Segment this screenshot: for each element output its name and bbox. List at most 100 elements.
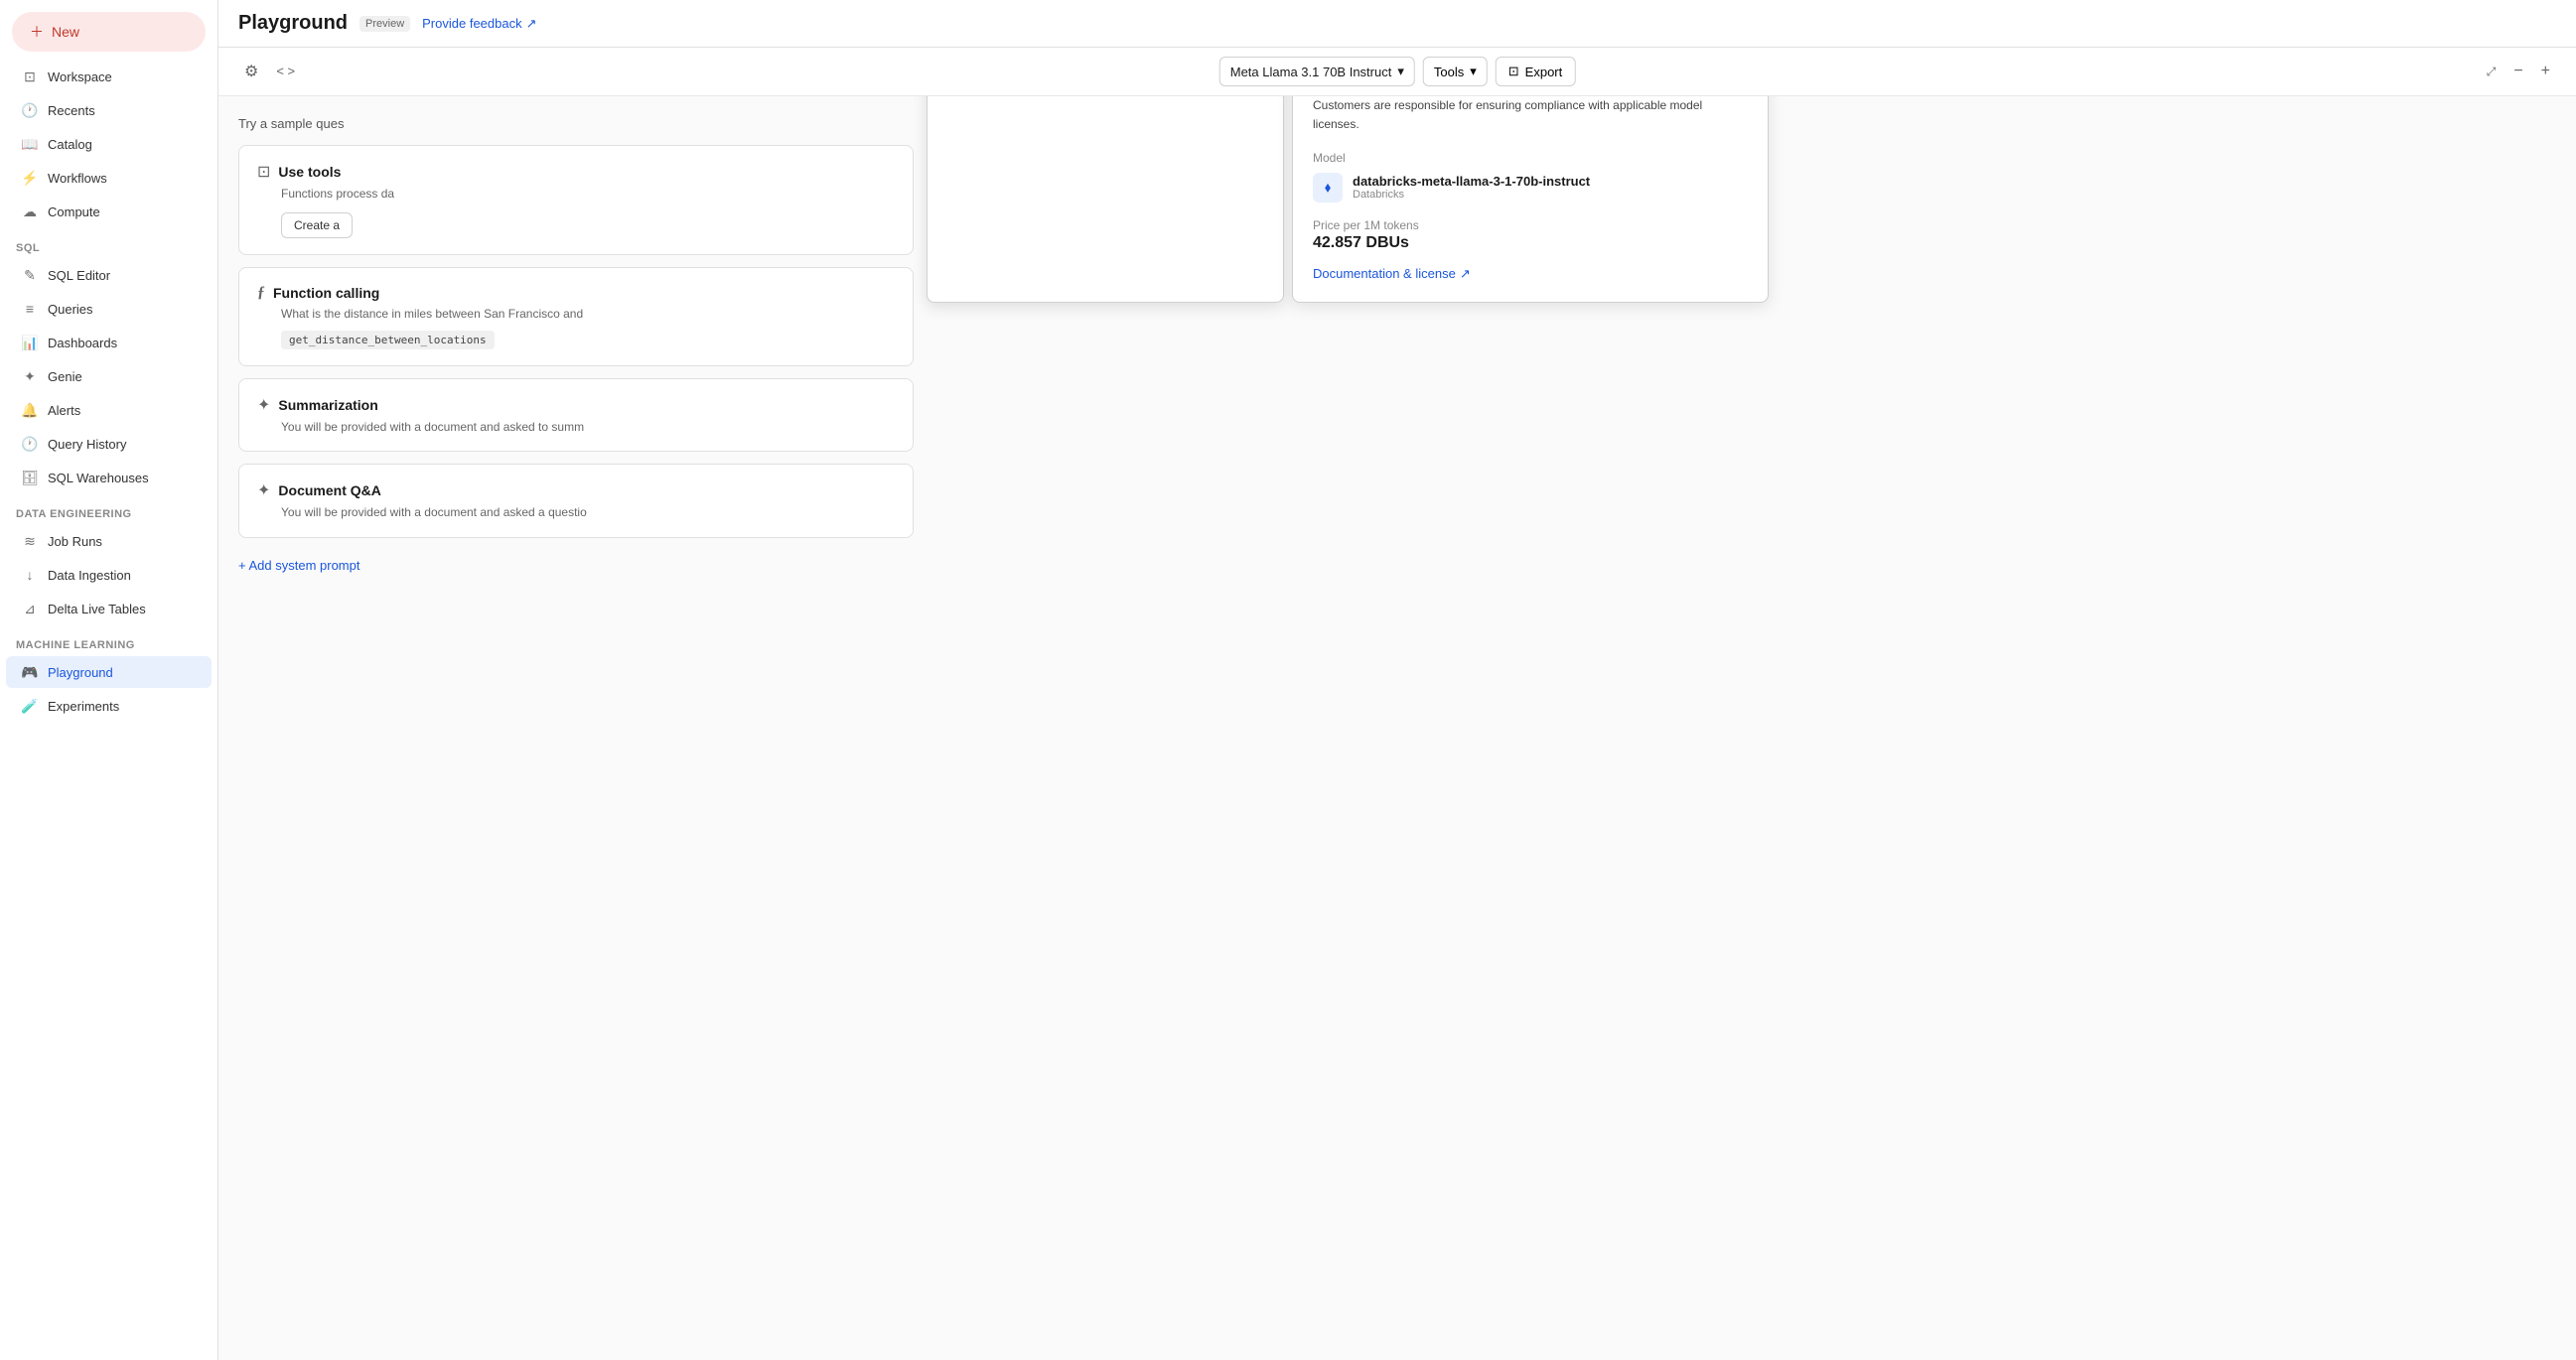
ml-section-label: Machine Learning (0, 625, 217, 655)
sidebar-item-sql-warehouses[interactable]: 🗄 SQL Warehouses (6, 462, 212, 493)
sidebar-item-delta-live-tables[interactable]: ⊿ Delta Live Tables (6, 593, 212, 624)
doc-link[interactable]: Documentation & license ↗ (1313, 266, 1748, 282)
external-link-icon: ↗ (526, 16, 537, 32)
model-name: databricks-meta-llama-3-1-70b-instruct (1353, 174, 1590, 189)
sidebar-item-label: Catalog (48, 137, 92, 152)
card-title: Document Q&A (278, 482, 380, 498)
sidebar-item-label: Job Runs (48, 534, 102, 549)
sidebar-item-playground[interactable]: 🎮 Playground (6, 656, 212, 688)
card-actions: Create a (281, 212, 895, 238)
page-header: Playground Preview Provide feedback ↗ (218, 0, 2576, 48)
card-header: ✦ Summarization (257, 395, 895, 415)
catalog-icon: 📖 (22, 136, 38, 152)
queries-icon: ≡ (22, 301, 38, 317)
chevron-down-icon: ▾ (1397, 64, 1404, 79)
zoom-out-button[interactable]: − (2507, 59, 2528, 84)
card-use-tools: ⊡ Use tools Functions process da Create … (238, 145, 914, 255)
sidebar-item-workflows[interactable]: ⚡ Workflows (6, 162, 212, 194)
model-selector[interactable]: Meta Llama 3.1 70B Instruct ▾ (1219, 57, 1415, 86)
code-button[interactable]: < > (270, 59, 301, 84)
dashboards-icon: 📊 (22, 335, 38, 350)
sidebar-item-label: Workspace (48, 69, 112, 84)
page-title: Playground (238, 12, 348, 35)
sidebar-item-data-ingestion[interactable]: ↓ Data Ingestion (6, 559, 212, 591)
zoom-out-icon: − (2513, 63, 2522, 79)
sql-editor-icon: ✎ (22, 267, 38, 283)
model-provider: Databricks (1353, 189, 1590, 201)
add-system-prompt[interactable]: + Add system prompt (238, 550, 2556, 581)
sidebar-item-alerts[interactable]: 🔔 Alerts (6, 394, 212, 426)
sidebar-item-catalog[interactable]: 📖 Catalog (6, 128, 212, 160)
toolbar-right: ⤢ − + (2481, 59, 2556, 84)
plus-icon: ＋ (30, 22, 44, 42)
sidebar-item-label: Genie (48, 369, 82, 384)
tools-label: Tools (1434, 65, 1464, 79)
sidebar-item-sql-editor[interactable]: ✎ SQL Editor (6, 259, 212, 291)
card-title: Function calling (273, 285, 379, 301)
export-button[interactable]: ⊡ Export (1496, 57, 1575, 86)
model-section-label: Model (1313, 151, 1748, 165)
sidebar-item-label: Playground (48, 665, 113, 680)
sidebar: ＋ New ⊡ Workspace 🕐 Recents 📖 Catalog ⚡ … (0, 0, 218, 1360)
preview-badge: Preview (359, 16, 410, 32)
sidebar-item-label: SQL Warehouses (48, 471, 149, 485)
zoom-in-button[interactable]: + (2535, 59, 2556, 84)
sidebar-item-query-history[interactable]: 🕐 Query History (6, 428, 212, 460)
sidebar-item-queries[interactable]: ≡ Queries (6, 293, 212, 325)
sidebar-item-job-runs[interactable]: ≋ Job Runs (6, 525, 212, 557)
sql-warehouses-icon: 🗄 (22, 470, 38, 485)
sidebar-item-genie[interactable]: ✦ Genie (6, 360, 212, 392)
card-header: ⊡ Use tools (257, 162, 895, 182)
card-desc: Functions process da (281, 186, 895, 203)
data-ingestion-icon: ↓ (22, 567, 38, 583)
card-function-calling: ƒ Function calling What is the distance … (238, 267, 914, 366)
data-eng-section-label: Data Engineering (0, 494, 217, 524)
sidebar-item-workspace[interactable]: ⊡ Workspace (6, 61, 212, 92)
sidebar-item-compute[interactable]: ☁ Compute (6, 196, 212, 227)
dropdown-container: 🔍 Pay-per-token ✓ Meta Llama 3.1 70B Ins… (927, 96, 1769, 303)
sidebar-item-label: Delta Live Tables (48, 602, 146, 616)
alerts-icon: 🔔 (22, 402, 38, 418)
chevron-down-icon: ▾ (1470, 64, 1477, 79)
card-desc: What is the distance in miles between Sa… (281, 306, 895, 323)
dropdown-menu: 🔍 Pay-per-token ✓ Meta Llama 3.1 70B Ins… (927, 96, 1284, 303)
sidebar-item-recents[interactable]: 🕐 Recents (6, 94, 212, 126)
sidebar-item-dashboards[interactable]: 📊 Dashboards (6, 327, 212, 358)
workspace-icon: ⊡ (22, 68, 38, 84)
card-title: Summarization (278, 397, 377, 413)
card-document-qa: ✦ Document Q&A You will be provided with… (238, 464, 914, 538)
card-header: ✦ Document Q&A (257, 480, 895, 500)
sidebar-item-experiments[interactable]: 🧪 Experiments (6, 690, 212, 722)
summarization-icon: ✦ (257, 395, 270, 415)
create-label: Create a (294, 218, 340, 232)
model-label: Meta Llama 3.1 70B Instruct (1230, 65, 1392, 79)
model-info: databricks-meta-llama-3-1-70b-instruct D… (1353, 174, 1590, 201)
export-icon: ⊡ (1508, 64, 1519, 79)
function-tag: get_distance_between_locations (281, 331, 495, 349)
recents-icon: 🕐 (22, 102, 38, 118)
sidebar-item-label: SQL Editor (48, 268, 110, 283)
feedback-label: Provide feedback (422, 16, 521, 31)
settings-icon: ⚙ (244, 64, 258, 80)
zoom-in-icon: + (2541, 63, 2550, 79)
settings-button[interactable]: ⚙ (238, 58, 264, 85)
tools-button[interactable]: Tools ▾ (1423, 57, 1488, 86)
feedback-link[interactable]: Provide feedback ↗ (422, 16, 536, 32)
sidebar-item-label: Compute (48, 204, 100, 219)
sidebar-item-label: Query History (48, 437, 126, 452)
new-button[interactable]: ＋ New (12, 12, 206, 52)
sidebar-item-label: Workflows (48, 171, 107, 186)
main-content: Playground Preview Provide feedback ↗ ⚙ … (218, 0, 2576, 1360)
minimize-button[interactable]: ⤢ (2481, 59, 2503, 84)
price-value: 42.857 DBUs (1313, 234, 1748, 252)
job-runs-icon: ≋ (22, 533, 38, 549)
query-history-icon: 🕐 (22, 436, 38, 452)
doc-link-label: Documentation & license (1313, 266, 1456, 281)
info-model-row: ⬧ databricks-meta-llama-3-1-70b-instruct… (1313, 173, 1748, 203)
experiments-icon: 🧪 (22, 698, 38, 714)
playground-icon: 🎮 (22, 664, 38, 680)
toolbar-left: ⚙ < > (238, 58, 301, 85)
create-button[interactable]: Create a (281, 212, 353, 238)
document-qa-icon: ✦ (257, 480, 270, 500)
toolbar: ⚙ < > Meta Llama 3.1 70B Instruct ▾ Tool… (218, 48, 2576, 96)
